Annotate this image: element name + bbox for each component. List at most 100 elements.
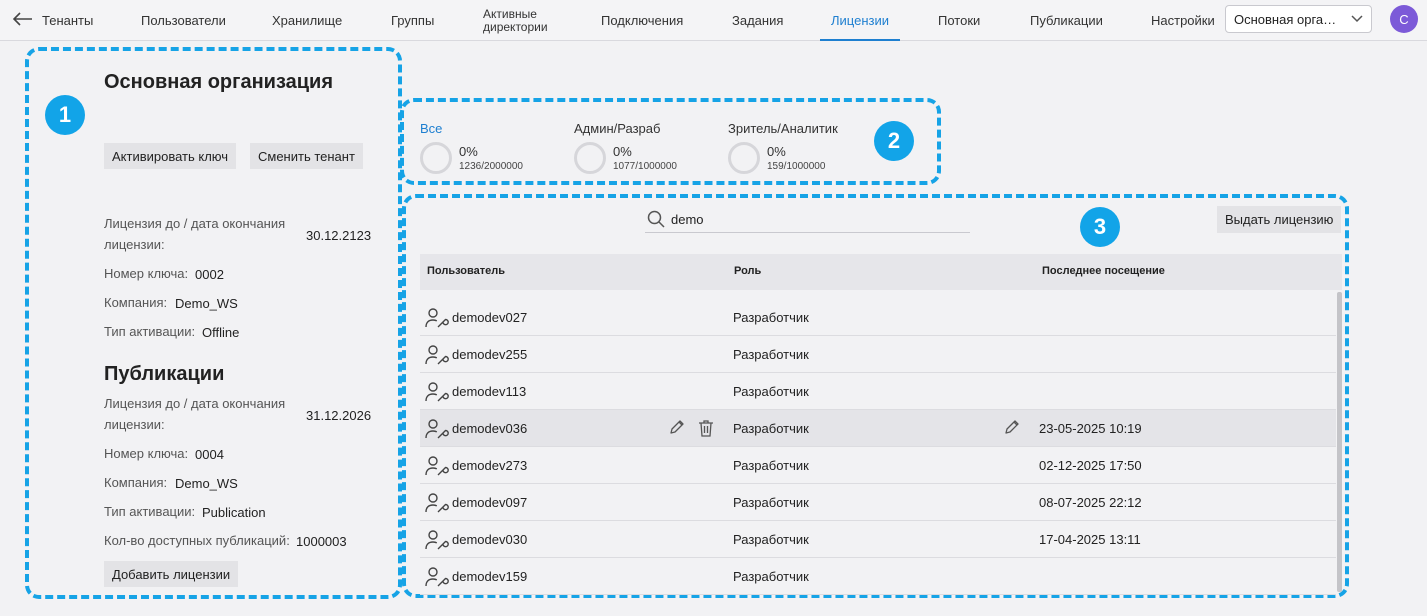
pub-key-number-value: 0004	[195, 447, 224, 462]
chevron-down-icon	[1351, 15, 1363, 23]
user-wrench-icon	[425, 418, 449, 445]
stat-all-title[interactable]: Все	[420, 121, 442, 136]
user-wrench-icon	[425, 566, 449, 593]
user-last-visit: 23-05-2025 10:19	[1039, 421, 1142, 436]
table-scrollbar[interactable]	[1337, 292, 1342, 592]
user-wrench-icon	[425, 492, 449, 519]
pencil-icon[interactable]	[1004, 419, 1020, 440]
search-icon	[647, 210, 665, 228]
tab-tenants[interactable]: Тенанты	[42, 0, 93, 41]
stat-viewer-analyst-count: 159/1000000	[767, 161, 826, 172]
org-select[interactable]: Основная организация	[1225, 5, 1372, 33]
tab-groups[interactable]: Группы	[391, 0, 434, 41]
available-publications-value: 1000003	[296, 534, 347, 549]
user-role: Разработчик	[733, 458, 809, 473]
user-wrench-icon	[425, 344, 449, 371]
column-user[interactable]: Пользователь	[427, 265, 505, 277]
stat-all-ring	[420, 142, 452, 174]
pub-company-value: Demo_WS	[175, 476, 238, 491]
key-number-label: Номер ключа:	[104, 266, 189, 281]
pub-license-expiry-value: 31.12.2026	[306, 408, 372, 423]
pub-activation-type-label: Тип активации:	[104, 504, 196, 519]
users-table-body: demodev027 Разработчик demodev255 Разработч…	[420, 299, 1336, 595]
stat-admin-dev-count: 1077/1000000	[613, 161, 677, 172]
user-name: demodev036	[452, 421, 528, 436]
search-input[interactable]	[671, 209, 961, 229]
table-row[interactable]: demodev159 Разработчик	[420, 558, 1336, 595]
stat-viewer-analyst-percent: 0%	[767, 144, 786, 159]
stat-admin-dev-ring	[574, 142, 606, 174]
user-name: demodev113	[452, 384, 527, 399]
table-row[interactable]: demodev113 Разработчик	[420, 373, 1336, 410]
user-role: Разработчик	[733, 532, 809, 547]
tab-flows[interactable]: Потоки	[938, 0, 980, 41]
table-row[interactable]: demodev036 Разработчик 23-05-2025 10:19	[420, 410, 1336, 447]
pub-company-label: Компания:	[104, 475, 168, 490]
avatar[interactable]: С	[1390, 5, 1418, 33]
tab-connections[interactable]: Подключения	[601, 0, 683, 41]
org-select-value: Основная организация	[1234, 12, 1342, 27]
user-role: Разработчик	[733, 421, 809, 436]
tab-storage[interactable]: Хранилище	[272, 0, 342, 41]
callout-badge-1: 1	[45, 95, 85, 135]
user-name: demodev027	[452, 310, 528, 325]
user-role: Разработчик	[733, 347, 809, 362]
user-role: Разработчик	[733, 495, 809, 510]
callout-badge-3: 3	[1080, 207, 1120, 247]
user-name: demodev273	[452, 458, 528, 473]
search-field[interactable]	[645, 206, 970, 233]
stat-viewer-analyst-title[interactable]: Зритель/Аналитик	[728, 121, 838, 136]
user-name: demodev255	[452, 347, 528, 362]
key-number-value: 0002	[195, 267, 224, 282]
company-value: Demo_WS	[175, 296, 238, 311]
tab-users[interactable]: Пользователи	[141, 0, 226, 41]
user-wrench-icon	[425, 529, 449, 556]
table-row[interactable]: demodev097 Разработчик 08-07-2025 22:12	[420, 484, 1336, 521]
user-name: demodev159	[452, 569, 528, 584]
switch-tenant-button[interactable]: Сменить тенант	[250, 143, 363, 169]
pub-key-number-label: Номер ключа:	[104, 446, 189, 461]
trash-icon[interactable]	[698, 419, 714, 442]
tab-active-directories[interactable]: Активные директории	[483, 0, 573, 41]
stat-all-count: 1236/2000000	[459, 161, 523, 172]
license-expiry-value: 30.12.2123	[306, 228, 372, 243]
user-wrench-icon	[425, 307, 449, 334]
callout-badge-2: 2	[874, 121, 914, 161]
table-row[interactable]: demodev273 Разработчик 02-12-2025 17:50	[420, 447, 1336, 484]
back-button[interactable]	[8, 6, 38, 32]
issue-license-button[interactable]: Выдать лицензию	[1217, 206, 1342, 233]
license-expiry-label: Лицензия до / дата окончания лицензии:	[104, 216, 286, 252]
user-role: Разработчик	[733, 384, 809, 399]
add-licenses-button[interactable]: Добавить лицензии	[104, 561, 239, 587]
tab-settings[interactable]: Настройки	[1151, 0, 1215, 41]
tab-licenses[interactable]: Лицензии	[820, 0, 900, 41]
activation-type-value: Offline	[202, 325, 240, 340]
stat-viewer-analyst-ring	[728, 142, 760, 174]
column-role[interactable]: Роль	[734, 265, 761, 277]
pub-activation-type-value: Publication	[202, 505, 266, 520]
back-arrow-icon	[13, 12, 32, 26]
user-wrench-icon	[425, 455, 449, 482]
table-row[interactable]: demodev255 Разработчик	[420, 336, 1336, 373]
table-row[interactable]: demodev030 Разработчик 17-04-2025 13:11	[420, 521, 1336, 558]
user-wrench-icon	[425, 381, 449, 408]
user-last-visit: 02-12-2025 17:50	[1039, 458, 1142, 473]
activate-key-button[interactable]: Активировать ключ	[104, 143, 237, 169]
tab-jobs[interactable]: Задания	[732, 0, 783, 41]
pencil-icon[interactable]	[669, 419, 685, 440]
publications-title: Публикации	[104, 363, 225, 385]
company-label: Компания:	[104, 295, 168, 310]
stat-admin-dev-title[interactable]: Админ/Разраб	[574, 121, 660, 136]
pub-license-expiry-label: Лицензия до / дата окончания лицензии:	[104, 396, 286, 432]
column-last-visit[interactable]: Последнее посещение	[1042, 265, 1165, 277]
table-row[interactable]: demodev027 Разработчик	[420, 299, 1336, 336]
user-role: Разработчик	[733, 569, 809, 584]
stat-admin-dev-percent: 0%	[613, 144, 632, 159]
stat-all-percent: 0%	[459, 144, 478, 159]
user-last-visit: 17-04-2025 13:11	[1039, 532, 1141, 547]
activation-type-label: Тип активации:	[104, 324, 196, 339]
tab-publications[interactable]: Публикации	[1030, 0, 1103, 41]
user-last-visit: 08-07-2025 22:12	[1039, 495, 1142, 510]
table-header: Пользователь Роль Последнее посещение	[420, 254, 1342, 290]
available-publications-label: Кол-во доступных публикаций:	[104, 533, 290, 548]
